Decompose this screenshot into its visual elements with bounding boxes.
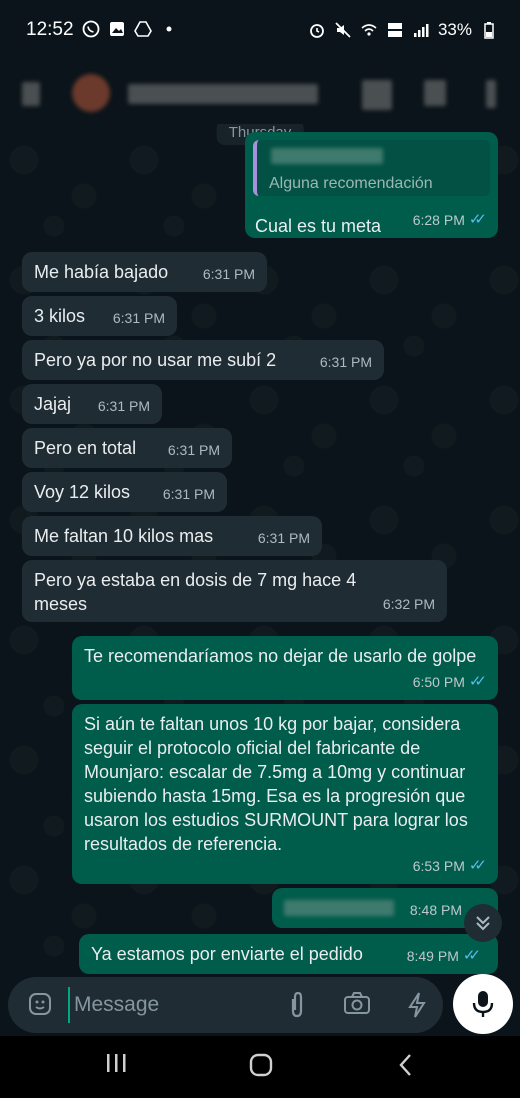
quoted-message[interactable]: Alguna recomendación [253,140,490,196]
message-text: Voy 12 kilos [34,482,131,502]
chat-header [0,62,520,124]
lightning-icon[interactable] [403,991,431,1019]
message-time: 6:32 PM [382,596,435,612]
battery-percent: 33% [437,20,472,39]
message-bubble-in[interactable]: Voy 12 kilos 6:31 PM [22,472,227,512]
voice-message-button[interactable] [453,974,513,1034]
message-time: 6:31 PM [202,266,255,282]
message-bubble-in[interactable]: Pero ya por no usar me subí 2 6:31 PM [22,340,384,380]
back-nav-button[interactable] [388,1052,424,1082]
alarm-icon [308,21,326,39]
quoted-author [271,148,383,164]
whatsapp-icon [82,20,100,38]
avatar[interactable] [72,74,110,112]
message-bubble-in[interactable]: Me faltan 10 kilos mas 6:31 PM [22,516,322,556]
back-chevron-icon [399,1054,411,1076]
battery-icon [480,21,498,39]
message-bubble-in[interactable]: Jajaj 6:31 PM [22,384,162,424]
message-time: 8:49 PM [406,948,459,964]
message-text: Pero ya estaba en dosis de 7 mg hace 4 m… [34,570,357,614]
message-text: Pero ya por no usar me subí 2 [34,350,277,370]
message-bubble-in[interactable]: Me había bajado 6:31 PM [22,252,267,292]
status-bar: 12:52 33% [0,0,520,62]
recent-apps-button[interactable] [98,1052,134,1082]
message-bubble-out[interactable]: Si aún te faltan unos 10 kg por bajar, c… [72,704,498,884]
status-time: 12:52 [26,19,74,40]
message-time: 6:31 PM [319,354,372,370]
home-icon [249,1053,273,1077]
system-navigation-bar [0,1036,520,1098]
message-time: 6:31 PM [162,486,215,502]
message-time: 6:31 PM [112,310,165,326]
message-time: 6:28 PM [412,212,465,228]
sticker-icon[interactable] [26,991,54,1019]
read-receipt-icon: ✓✓ [468,857,487,874]
dot-icon [160,20,178,38]
message-text: Cual es tu meta [255,216,382,236]
drive-icon [134,20,152,38]
message-time: 6:31 PM [97,398,150,414]
message-text: Te recomendaríamos no dejar de usarlo de… [84,646,477,666]
composer-bar [0,974,520,1036]
message-text: Jajaj [34,394,72,414]
message-time: 6:53 PM [412,858,465,874]
menu-icon[interactable] [486,80,496,108]
read-receipt-icon: ✓✓ [462,947,481,964]
read-receipt-icon: ✓✓ [468,673,487,690]
message-time: 8:48 PM [409,902,462,918]
attach-icon[interactable] [283,991,311,1019]
quoted-text: Alguna recomendación [269,175,433,192]
read-receipt-icon: ✓✓ [468,211,487,228]
message-text: Si aún te faltan unos 10 kg por bajar, c… [84,714,468,854]
composer-pill [8,977,443,1033]
contact-name[interactable] [128,84,318,104]
message-time: 6:50 PM [412,674,465,690]
microphone-icon [472,991,494,1017]
message-bubble-in[interactable]: Pero ya estaba en dosis de 7 mg hace 4 m… [22,560,447,622]
message-text: Me faltan 10 kilos mas [34,526,214,546]
message-text: Me había bajado [34,262,169,282]
chevron-double-down-icon [476,916,490,931]
blurred-text [284,900,394,916]
message-bubble-out[interactable]: Te recomendaríamos no dejar de usarlo de… [72,636,498,700]
message-input[interactable] [68,987,268,1023]
message-bubble-out[interactable]: Alguna recomendación Cual es tu meta 6:2… [245,132,498,238]
message-bubble-in[interactable]: 3 kilos 6:31 PM [22,296,177,336]
message-text: Pero en total [34,438,137,458]
scroll-to-bottom-button[interactable] [464,904,502,942]
wifi-calling-icon [360,21,378,39]
message-text: 3 kilos [34,306,86,326]
recents-icon [107,1054,126,1072]
video-call-icon[interactable] [362,80,392,110]
message-time: 6:31 PM [167,442,220,458]
gallery-icon [108,20,126,38]
back-button[interactable] [22,82,40,106]
signal-icon [412,21,430,39]
home-button[interactable] [243,1052,279,1082]
message-bubble-in[interactable]: Pero en total 6:31 PM [22,428,232,468]
message-text: Ya estamos por enviarte el pedido [91,944,363,964]
message-bubble-out[interactable]: Ya estamos por enviarte el pedido 8:49 P… [79,934,498,974]
chat-area[interactable]: Thursday Alguna recomendación Cual es tu… [0,124,520,974]
camera-icon[interactable] [343,991,371,1019]
message-time: 6:31 PM [257,530,310,546]
mute-icon [334,21,352,39]
volte-icon [386,21,404,39]
call-icon[interactable] [424,80,446,106]
